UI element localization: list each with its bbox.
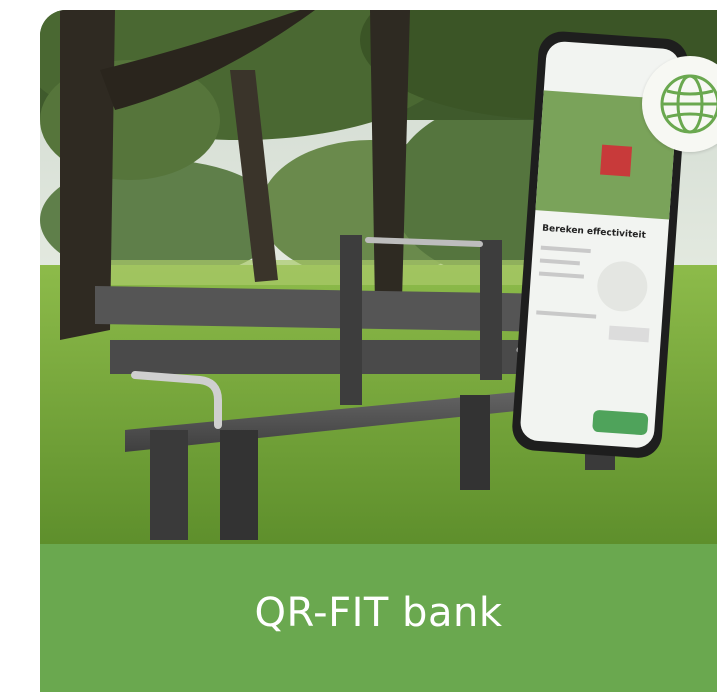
- card-title[interactable]: QR-FIT bank: [255, 590, 503, 636]
- card-caption: QR-FIT bank: [40, 544, 717, 692]
- product-card[interactable]: Bereken effectiviteit QR-FIT bank: [40, 10, 717, 692]
- product-photo: Bereken effectiviteit: [40, 10, 717, 544]
- globe-icon: [660, 74, 717, 134]
